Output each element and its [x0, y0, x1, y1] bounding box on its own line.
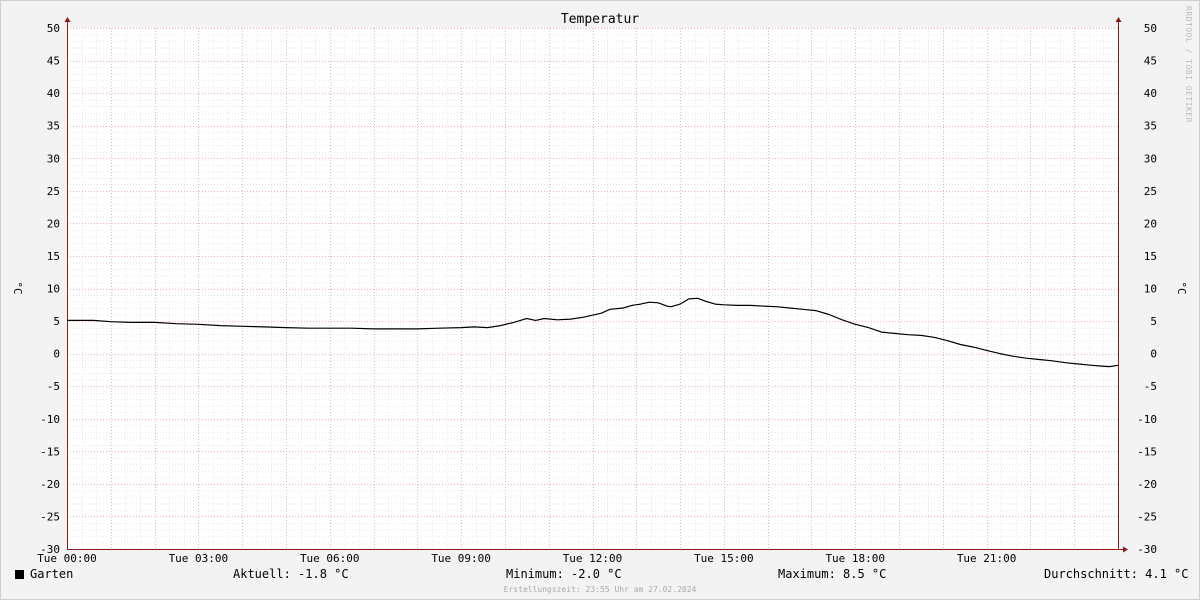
y-tick-label-left: -25: [40, 510, 60, 523]
y-tick-label-left: -20: [40, 478, 60, 491]
y-tick-label-right: -20: [1137, 478, 1157, 491]
x-ticks: Tue 00:00 Tue 03:00 Tue 06:00 Tue 09:00 Tue …: [37, 552, 1016, 565]
y-tick-label-left: 50: [47, 22, 60, 35]
y-axis-right-arrow: [1115, 17, 1122, 22]
y-tick-label-left: 30: [47, 152, 60, 165]
y-tick-label-left: 35: [47, 120, 60, 133]
x-tick-label: Tue 00:00: [37, 552, 97, 565]
y-tick-label-left: -10: [40, 413, 60, 426]
temperature-chart: -30-25-20-15-10-505101520253035404550 -3…: [11, 12, 1188, 565]
rrdtool-watermark: RRDTOOL / TOBI OETIKER: [1184, 6, 1193, 123]
y-axis-label-right: °C: [1175, 281, 1188, 294]
y-tick-label-left: 40: [47, 87, 60, 100]
x-tick-label: Tue 18:00: [825, 552, 885, 565]
y-tick-label-right: 40: [1144, 87, 1157, 100]
y-ticks-left: -30-25-20-15-10-505101520253035404550: [40, 22, 60, 556]
x-tick-label: Tue 03:00: [169, 552, 229, 565]
y-axis-label-left: °C: [11, 281, 24, 294]
y-tick-label-left: 15: [47, 250, 60, 263]
y-tick-label-right: 45: [1144, 55, 1157, 68]
legend-series: Garten: [15, 567, 73, 581]
y-tick-label-right: 20: [1144, 217, 1157, 230]
x-tick-label: Tue 09:00: [431, 552, 491, 565]
x-tick-label: Tue 21:00: [957, 552, 1017, 565]
legend-minimum: Minimum: -2.0 °C: [506, 567, 622, 581]
y-tick-label-right: -15: [1137, 445, 1157, 458]
y-ticks-right: -30 -25 -20 -15 -10 -5 0 5 10 15 20 25 30 35 40 45 50: [1137, 22, 1157, 556]
y-tick-label-right: -30: [1137, 543, 1157, 556]
y-tick-label-left: -15: [40, 445, 60, 458]
y-axis-left-arrow: [64, 17, 71, 22]
legend-average: Durchschnitt: 4.1 °C: [1044, 567, 1189, 581]
legend: Garten Aktuell: -1.8 °C Minimum: -2.0 °C…: [0, 567, 1200, 585]
y-tick-label-left: 25: [47, 185, 60, 198]
y-tick-label-right: -5: [1144, 380, 1157, 393]
creation-time: Erstellungszeit: 23:55 Uhr am 27.02.2024: [503, 585, 697, 594]
legend-current: Aktuell: -1.8 °C: [233, 567, 349, 581]
y-tick-label-right: 50: [1144, 22, 1157, 35]
x-tick-label: Tue 15:00: [694, 552, 754, 565]
y-tick-label-right: 35: [1144, 120, 1157, 133]
x-axis-arrow: [1123, 546, 1128, 553]
plot-area: [67, 28, 1118, 549]
minor-grid: [67, 28, 1119, 550]
legend-maximum: Maximum: 8.5 °C: [778, 567, 887, 581]
y-tick-label-right: 25: [1144, 185, 1157, 198]
y-tick-label-right: 5: [1150, 315, 1157, 328]
y-tick-label-right: 0: [1150, 348, 1157, 361]
x-tick-label: Tue 06:00: [300, 552, 360, 565]
y-tick-label-right: -25: [1137, 510, 1157, 523]
y-tick-label-right: 10: [1144, 283, 1157, 296]
y-tick-label-right: -10: [1137, 413, 1157, 426]
y-tick-label-left: -5: [47, 380, 60, 393]
y-tick-label-left: 0: [53, 348, 60, 361]
y-tick-label-left: 5: [53, 315, 60, 328]
legend-series-name: Garten: [30, 567, 74, 581]
legend-swatch: [15, 570, 24, 579]
y-tick-label-left: 20: [47, 217, 60, 230]
y-tick-label-right: 15: [1144, 250, 1157, 263]
y-tick-label-right: 30: [1144, 152, 1157, 165]
y-tick-label-left: 10: [47, 283, 60, 296]
y-tick-label-left: 45: [47, 55, 60, 68]
x-tick-label: Tue 12:00: [563, 552, 623, 565]
chart-title: Temperatur: [561, 12, 639, 27]
